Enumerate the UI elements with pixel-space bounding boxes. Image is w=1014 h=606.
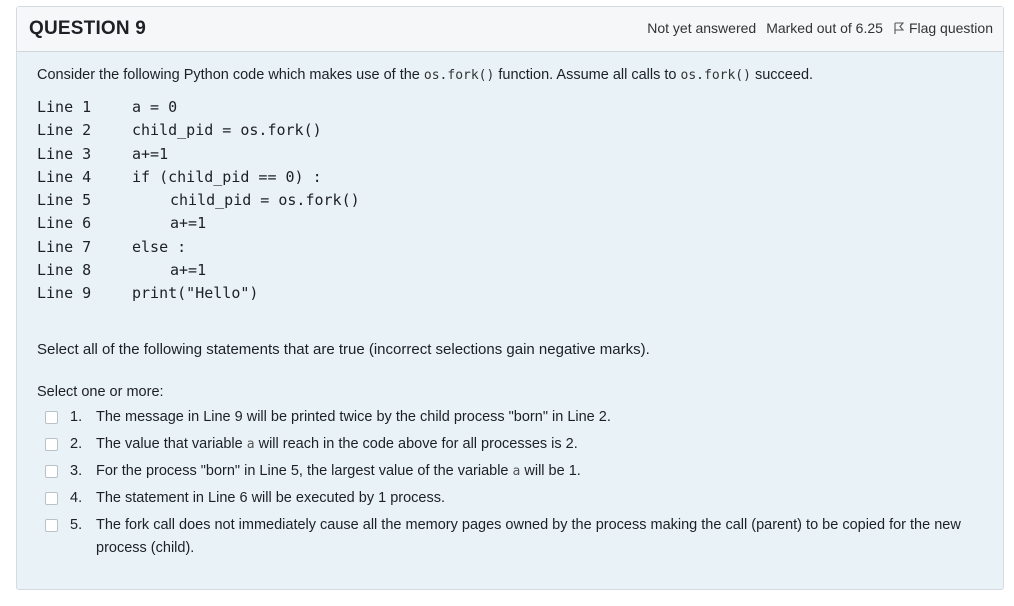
code-line: Line 1 a = 0 (37, 96, 983, 119)
select-prompt: Select one or more: (37, 383, 164, 400)
line-number: Line 3 (37, 144, 92, 163)
code-line: Line 8 a+=1 (37, 259, 983, 282)
option-text-after: will be 1. (520, 462, 581, 479)
option-checkbox[interactable] (45, 464, 58, 478)
flag-question-link[interactable]: Flag question (893, 20, 993, 36)
option-text: The message in Line 9 will be printed tw… (96, 408, 611, 425)
answer-option[interactable]: 2. The value that variable a will reach i… (37, 433, 983, 456)
option-checkbox[interactable] (45, 410, 58, 424)
option-text: The value that variable a will reach in … (96, 433, 983, 456)
option-checkbox[interactable] (45, 491, 58, 505)
answer-status: Not yet answered (647, 20, 757, 36)
option-text-before: For the process "born" in Line 5, the la… (96, 462, 513, 479)
code-text: a+=1 (132, 144, 169, 163)
marks-label: Marked out of 6.25 (766, 20, 883, 36)
question-card: QUESTION 9 Not yet answered Marked out o… (16, 6, 1004, 590)
code-listing: Line 1a = 0 Line 2 child_pid = os.fork() Li… (37, 96, 983, 306)
answer-option[interactable]: 5. The fork call does not immediately cau… (37, 514, 983, 560)
code-text: a = 0 (132, 98, 178, 116)
option-text: The statement in Line 6 will be executed… (96, 489, 445, 506)
code-line: Line 7 else : (37, 236, 983, 259)
line-number: Line 6 (37, 214, 92, 233)
option-code: a (246, 436, 255, 452)
line-number: Line 2 (37, 121, 92, 140)
line-number: Line 7 (37, 237, 92, 256)
option-text-after: will reach in the code above for all pro… (254, 435, 578, 452)
intro-code-fork-2: os.fork() (680, 68, 751, 83)
code-text: child_pid = os.fork() (170, 191, 360, 210)
option-text: For the process "born" in Line 5, the la… (96, 460, 983, 483)
option-number: 3. (70, 462, 83, 479)
flag-icon (894, 21, 905, 34)
question-info: Not yet answered Marked out of 6.25 Flag… (637, 20, 993, 36)
question-header: QUESTION 9 Not yet answered Marked out o… (17, 7, 1003, 52)
question-statement: Select all of the following statements t… (37, 340, 650, 358)
option-text-before: The value that variable (96, 435, 247, 452)
option-number: 1. (70, 408, 83, 425)
question-title: QUESTION 9 (29, 18, 147, 39)
option-checkbox[interactable] (45, 437, 58, 451)
code-line: Line 3 a+=1 (37, 143, 983, 166)
code-text: a+=1 (170, 261, 207, 280)
answer-option[interactable]: 3. For the process "born" in Line 5, the … (37, 460, 983, 483)
code-line: Line 2 child_pid = os.fork() (37, 119, 983, 142)
code-text: a+=1 (170, 214, 207, 233)
answer-option[interactable]: 1. The message in Line 9 will be printed … (37, 406, 983, 429)
option-text: The fork call does not immediately cause… (96, 516, 961, 556)
option-number: 4. (70, 489, 83, 506)
intro-text-before: Consider the following Python code which… (37, 67, 424, 83)
option-checkbox[interactable] (45, 518, 58, 532)
intro-code-fork-1: os.fork() (423, 68, 495, 83)
question-intro: Consider the following Python code which… (37, 65, 983, 86)
line-number: Line 4 (37, 167, 92, 186)
code-text: else : (132, 237, 187, 256)
option-number: 2. (70, 435, 83, 452)
code-line: Line 6 a+=1 (37, 212, 983, 235)
answer-option[interactable]: 4. The statement in Line 6 will be execut… (37, 487, 983, 510)
line-number: Line 9 (37, 284, 92, 303)
line-number: Line 8 (37, 261, 92, 280)
code-text: if (child_pid == 0) : (132, 167, 322, 186)
intro-text-middle: function. Assume all calls to (494, 67, 681, 83)
intro-text-after: succeed. (750, 67, 814, 83)
code-line: Line 9 print("Hello") (37, 282, 983, 305)
question-content: Consider the following Python code which… (37, 65, 983, 564)
answer-options: 1. The message in Line 9 will be printed … (37, 406, 983, 560)
option-number: 5. (70, 516, 83, 533)
code-text: print("Hello") (132, 284, 259, 303)
code-line: Line 4 if (child_pid == 0) : (37, 166, 983, 189)
line-number: Line 1 (37, 98, 92, 116)
code-text: child_pid = os.fork() (132, 121, 322, 140)
flag-question-label: Flag question (908, 20, 993, 36)
line-number: Line 5 (37, 191, 92, 210)
code-line: Line 5 child_pid = os.fork() (37, 189, 983, 212)
